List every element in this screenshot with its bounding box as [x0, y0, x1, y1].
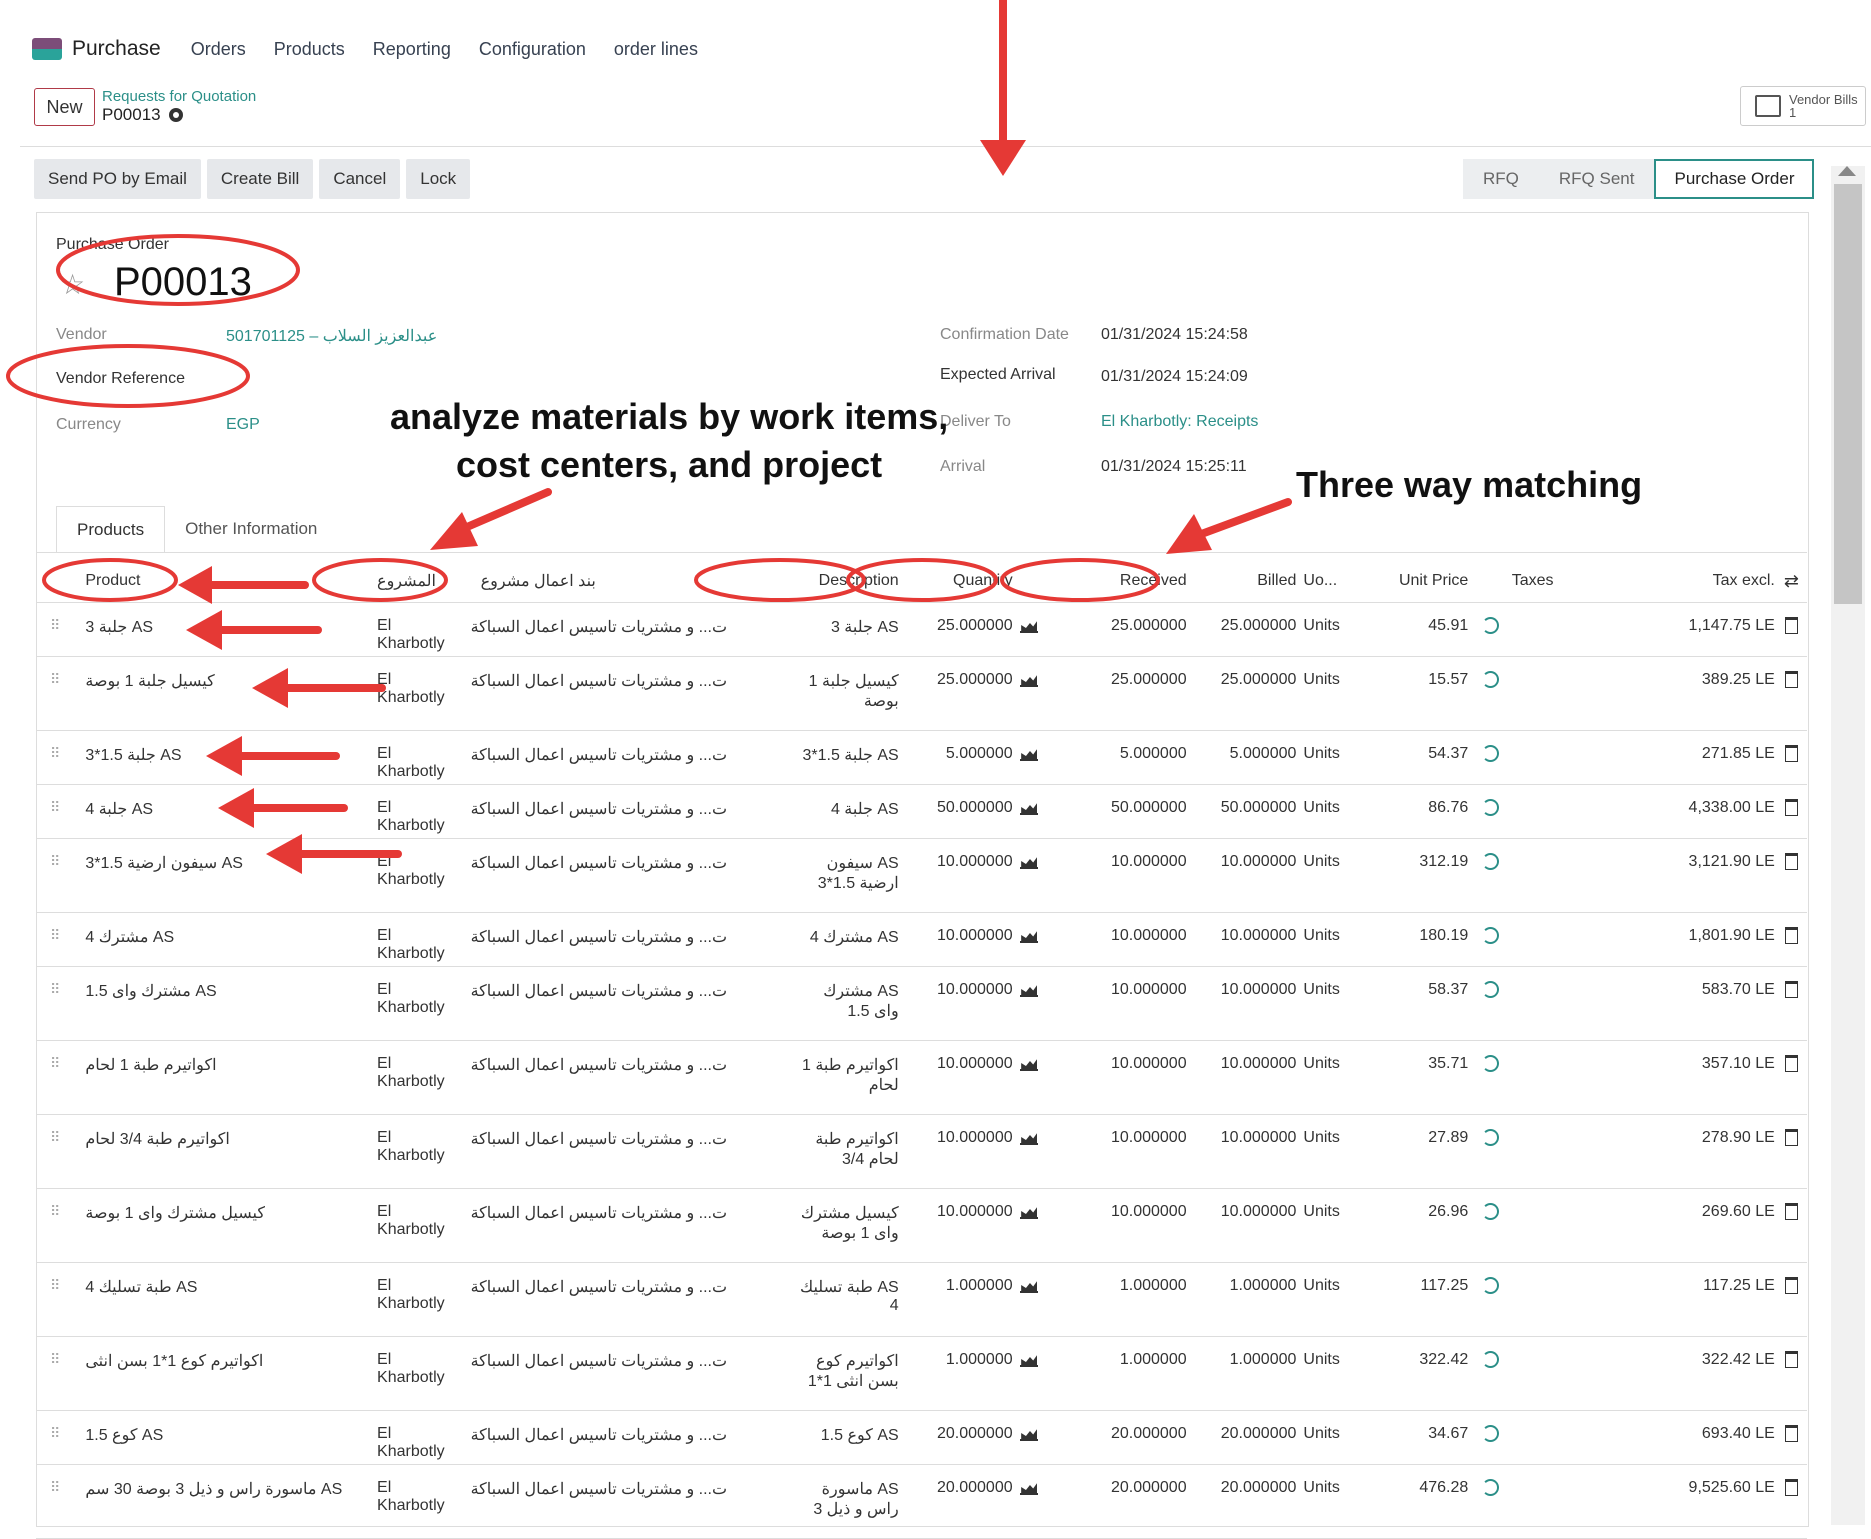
circle-description [694, 558, 866, 602]
circle-quantity [846, 558, 998, 602]
circle-title [56, 234, 300, 306]
arrow-row-5-head [266, 834, 302, 874]
arrow-top-head [980, 140, 1026, 176]
arrow-product-header-head [178, 566, 212, 604]
circle-vendor-reference [6, 344, 250, 408]
annotation-overlay [6, 0, 1292, 874]
circle-received [1000, 558, 1160, 602]
arrow-row-2-head [252, 668, 288, 708]
arrow-analyze-head [430, 512, 478, 550]
arrow-analyze [456, 488, 552, 534]
arrow-row-4-head [218, 788, 254, 828]
arrow-three-way [1192, 498, 1292, 540]
arrow-row-1-head [186, 610, 222, 650]
circle-product [42, 558, 178, 602]
circle-project [312, 558, 448, 602]
arrow-row-3-head [206, 736, 242, 776]
